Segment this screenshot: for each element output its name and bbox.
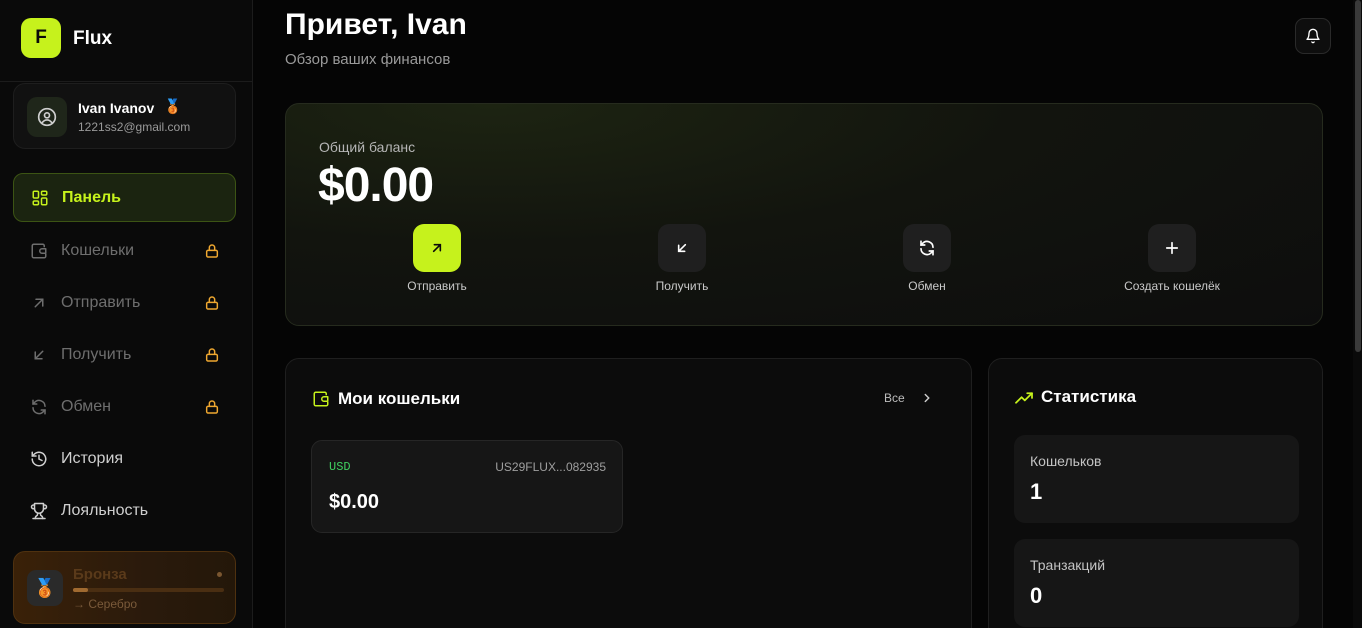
arrow-down-left-icon (34, 350, 44, 359)
scrollbar[interactable] (1353, 0, 1362, 628)
avatar (27, 97, 67, 137)
stat-label: Кошельков (1030, 453, 1102, 469)
chevron-right-icon[interactable] (920, 391, 934, 405)
sidebar-item-label: Обмен (61, 397, 111, 415)
stat-label: Транзакций (1030, 557, 1106, 573)
stats-card: Статистика Кошельков 1 Транзакций 0 (988, 358, 1323, 628)
stats-title: Статистика (1041, 387, 1137, 406)
arrow-up-right-icon (432, 243, 442, 253)
history-icon (31, 451, 47, 466)
arrow-up-right-icon (34, 298, 44, 307)
balance-card: Общий баланс $0.00 Отправить Получить Об… (285, 103, 1323, 326)
user-name: Ivan Ivanov (78, 100, 155, 116)
wallets-title: Мои кошельки (338, 389, 461, 408)
exchange-action[interactable]: Обмен (847, 224, 1007, 304)
user-email: 1221ss2@gmail.com (78, 120, 191, 134)
create-wallet-label: Создать кошелёк (1124, 279, 1220, 293)
brand-name: Flux (73, 28, 113, 49)
sidebar-item-label: Кошельки (61, 241, 135, 259)
wallet-icon (31, 243, 47, 258)
wallets-card: Мои кошельки Все USD US29FLUX...082935 $… (285, 358, 972, 628)
stat-value: 1 (1030, 479, 1043, 504)
bronze-medal-icon: 🥉 (164, 98, 182, 114)
wallet-icon (313, 391, 329, 407)
wallet-iban: US29FLUX...082935 (495, 460, 606, 474)
loyalty-dot (217, 572, 222, 577)
sidebar-item-exchange[interactable]: Обмен (13, 382, 236, 431)
sidebar: F Flux Ivan Ivanov 🥉 1221ss2@gmail.com П… (0, 0, 253, 628)
refresh-icon (32, 399, 46, 414)
receive-label: Получить (655, 279, 709, 293)
page-title: Привет, Ivan (285, 8, 467, 41)
page-subtitle: Обзор ваших финансов (285, 51, 451, 68)
user-circle-icon (37, 107, 57, 127)
dashboard-icon (32, 190, 48, 205)
send-action[interactable]: Отправить (357, 224, 517, 304)
lock-icon (205, 295, 219, 310)
user-card[interactable]: Ivan Ivanov 🥉 1221ss2@gmail.com (13, 83, 236, 149)
wallet-balance: $0.00 (329, 491, 380, 513)
sidebar-item-wallets[interactable]: Кошельки (13, 226, 236, 275)
sidebar-item-loyalty[interactable]: Лояльность (13, 486, 236, 535)
trophy-icon (30, 502, 48, 519)
loyalty-tier: Бронза (73, 566, 127, 583)
lock-icon (205, 399, 219, 414)
brand[interactable]: F Flux (0, 0, 252, 82)
create-wallet-button[interactable] (1148, 224, 1196, 272)
create-wallet-action[interactable]: Создать кошелёк (1092, 224, 1252, 304)
send-button[interactable] (413, 224, 461, 272)
sidebar-item-label: Панель (62, 188, 121, 206)
send-label: Отправить (407, 279, 467, 293)
loyalty-progress-fill (73, 588, 89, 592)
sidebar-item-send[interactable]: Отправить (13, 278, 236, 327)
stat-transactions: Транзакций 0 (1014, 539, 1299, 627)
sidebar-item-receive[interactable]: Получить (13, 330, 236, 379)
refresh-icon (920, 240, 934, 256)
brand-logo: F (21, 18, 61, 58)
lock-icon (205, 243, 219, 258)
sidebar-item-label: Лояльность (61, 501, 149, 519)
sidebar-item-history[interactable]: История (13, 434, 236, 483)
sidebar-item-label: Отправить (61, 293, 141, 311)
see-all-link[interactable]: Все (884, 391, 905, 405)
sidebar-item-label: История (61, 449, 124, 467)
loyalty-card[interactable]: 🥉 Бронза → Серебро (13, 551, 236, 624)
balance-value: $0.00 (318, 159, 434, 212)
stat-value: 0 (1030, 583, 1043, 608)
stat-wallets: Кошельков 1 (1014, 435, 1299, 523)
loyalty-next-tier: → Серебро (73, 597, 138, 611)
wallet-item[interactable]: USD US29FLUX...082935 $0.00 (311, 440, 623, 533)
balance-label: Общий баланс (319, 139, 416, 155)
exchange-label: Обмен (908, 279, 946, 293)
wallet-currency: USD (329, 460, 351, 474)
trending-up-icon (1015, 392, 1033, 404)
receive-action[interactable]: Получить (602, 224, 762, 304)
receive-button[interactable] (658, 224, 706, 272)
sidebar-item-label: Получить (61, 345, 132, 363)
plus-icon (1165, 241, 1179, 255)
arrow-down-left-icon (677, 243, 687, 253)
sidebar-item-dashboard[interactable]: Панель (13, 173, 236, 222)
bronze-medal-icon: 🥉 (27, 570, 63, 606)
notifications-button[interactable] (1295, 18, 1331, 54)
bell-icon (1306, 28, 1320, 44)
exchange-button[interactable] (903, 224, 951, 272)
loyalty-progress (73, 588, 224, 592)
scrollbar-thumb[interactable] (1355, 0, 1361, 352)
lock-icon (205, 347, 219, 362)
